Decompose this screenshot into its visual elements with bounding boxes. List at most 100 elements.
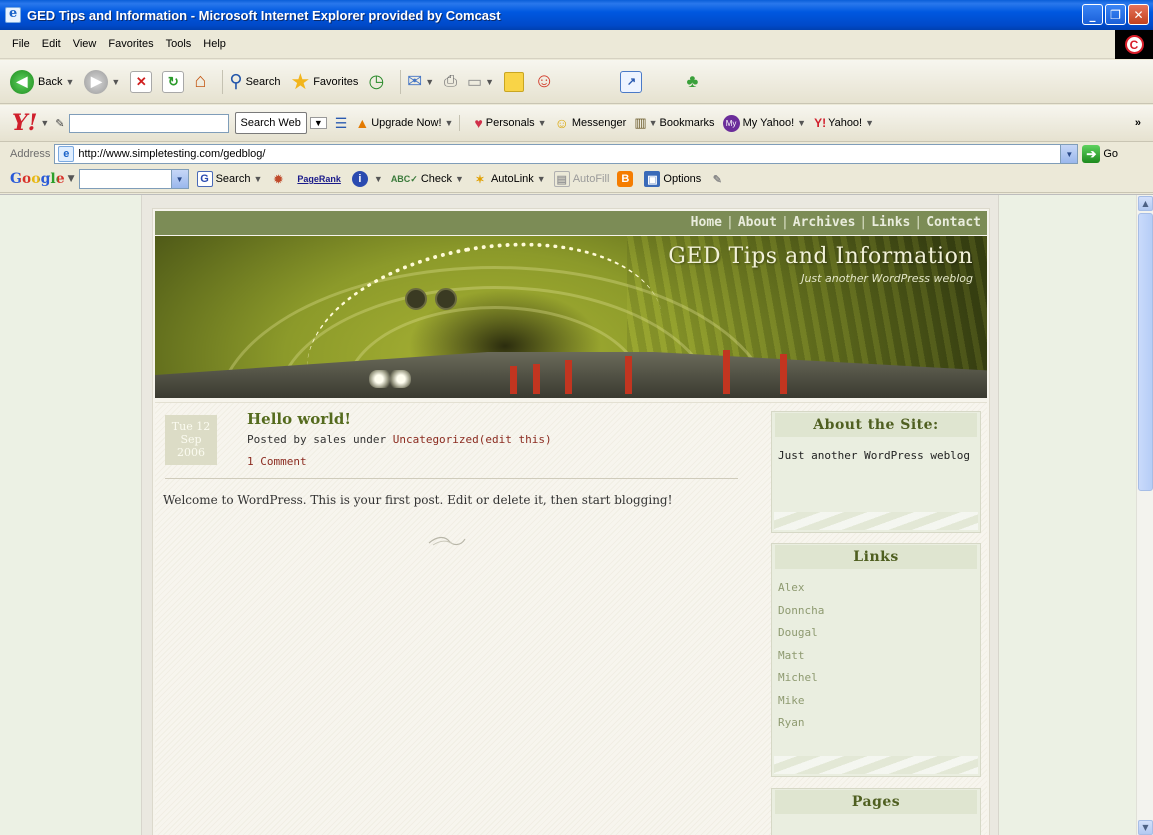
options-button[interactable]: ▣ Options — [644, 171, 701, 187]
smiley-icon: ☺ — [554, 115, 569, 131]
history-button[interactable]: ◷ — [368, 71, 384, 92]
window-icon: ↗ — [620, 70, 643, 93]
bookmarks-icon: ▥ — [634, 115, 647, 130]
pencil-icon[interactable]: ✎ — [55, 117, 64, 130]
link-mike[interactable]: Mike — [778, 690, 974, 713]
toolbar-overflow-button[interactable]: » — [1135, 117, 1141, 129]
google-search-label: Search — [215, 173, 251, 185]
personals-button[interactable]: ♥ Personals ▼ — [474, 115, 546, 131]
category-link[interactable]: Uncategorized — [393, 433, 479, 446]
pagerank-indicator[interactable]: PageRank — [297, 171, 344, 187]
minimize-button[interactable]: _ — [1082, 4, 1103, 25]
page-outer: Home | About | Archives | Links | Contact GED Ti… — [141, 195, 999, 835]
menu-favorites[interactable]: Favorites — [108, 38, 153, 50]
menu-view[interactable]: View — [73, 38, 97, 50]
spellcheck-button[interactable]: ABC✓ Check ▼ — [391, 171, 464, 187]
forward-button[interactable]: ▶ ▼ — [84, 69, 120, 94]
search-dropdown[interactable]: ▼ — [309, 117, 327, 129]
menu-help[interactable]: Help — [203, 38, 226, 50]
post-title[interactable]: Hello world! — [247, 410, 351, 428]
refresh-button[interactable]: ↻ — [162, 70, 185, 93]
back-label: Back — [38, 75, 63, 88]
notes-button[interactable] — [504, 71, 525, 92]
home-button[interactable]: ⌂ — [194, 70, 206, 93]
google-search-input[interactable]: ▼ — [78, 169, 189, 189]
star-icon: ★ — [290, 68, 311, 94]
address-url[interactable]: http://www.simpletesting.com/gedblog/ — [78, 148, 1060, 160]
vertical-scrollbar[interactable]: ▲ ▼ — [1136, 195, 1153, 835]
upgrade-now-button[interactable]: ▲ Upgrade Now! ▼ — [355, 115, 453, 131]
search-web-button[interactable]: Search Web — [234, 112, 307, 134]
google-toolbar: Google ▼ ▼ G Search ▼ ✹ PageRank i ▼ ABC… — [0, 166, 1153, 193]
messenger-button[interactable]: ☺ Messenger — [555, 115, 627, 131]
nav-links[interactable]: Links — [871, 215, 910, 230]
edit-post-link[interactable]: (edit this) — [479, 433, 552, 446]
nav-about[interactable]: About — [738, 215, 777, 230]
autolink-icon: ✶ — [475, 173, 485, 186]
google-search-dropdown[interactable]: ▼ — [170, 170, 188, 188]
note-icon — [504, 71, 525, 92]
menu-tools[interactable]: Tools — [166, 38, 192, 50]
address-field[interactable]: e http://www.simpletesting.com/gedblog/ … — [54, 144, 1079, 164]
yahoo-button[interactable]: Y! Yahoo! ▼ — [814, 116, 874, 130]
scroll-up-button[interactable]: ▲ — [1138, 196, 1153, 211]
link-donncha[interactable]: Donncha — [778, 600, 974, 623]
autolink-button[interactable]: ✶ AutoLink ▼ — [472, 171, 545, 187]
highlight-button[interactable]: ✎ — [709, 171, 728, 187]
dropdown-arrow-icon: ▼ — [444, 118, 454, 128]
page-icon: e — [58, 146, 75, 162]
info-button[interactable]: i ▼ — [351, 171, 383, 187]
yahoo-toolbar: Y! ▼ ✎ Search Web ▼ ☰ ▲ Upgrade Now! ▼ ♥… — [0, 105, 1153, 142]
go-button[interactable]: ➔ Go — [1082, 145, 1118, 163]
dropdown-arrow-icon: ▼ — [485, 76, 495, 87]
messenger-icon: ☺ — [534, 70, 555, 92]
messenger-toolbar-button[interactable]: ☺ — [534, 70, 554, 93]
blogger-button[interactable]: B — [617, 171, 636, 187]
window-button[interactable]: ↗ — [620, 70, 643, 93]
personals-label: Personals — [485, 117, 535, 129]
blogger-icon: B — [617, 171, 634, 187]
favorites-button[interactable]: ★ Favorites — [290, 69, 358, 95]
yahoo-logo-icon[interactable]: Y! — [12, 110, 37, 136]
post-meta: Posted by sales under Uncategorized(edit… — [247, 433, 552, 446]
link-matt[interactable]: Matt — [778, 645, 974, 668]
post-date-month: Sep — [180, 433, 202, 446]
link-dougal[interactable]: Dougal — [778, 622, 974, 645]
browser-viewport: Home | About | Archives | Links | Contact GED Ti… — [0, 194, 1153, 835]
dropdown-arrow-icon[interactable]: ▼ — [40, 118, 49, 128]
contacts-button[interactable]: ♣ — [686, 71, 698, 92]
bookmarks-button[interactable]: ▥ ▼ Bookmarks — [634, 115, 714, 131]
google-logo[interactable]: Google ▼ — [10, 171, 75, 187]
comments-link[interactable]: 1 Comment — [247, 455, 307, 468]
nav-archives[interactable]: Archives — [793, 215, 856, 230]
edit-button[interactable]: ▭ ▼ — [467, 72, 494, 92]
menu-file[interactable]: File — [12, 38, 30, 50]
list-icon[interactable]: ☰ — [335, 115, 348, 132]
scroll-down-button[interactable]: ▼ — [1138, 820, 1153, 835]
autofill-button[interactable]: ▤ AutoFill — [553, 171, 609, 187]
yahoo-search-input[interactable] — [68, 113, 229, 133]
popup-blocker-button[interactable]: ✹ — [270, 171, 289, 187]
scroll-thumb[interactable] — [1138, 213, 1153, 491]
nav-home[interactable]: Home — [691, 215, 722, 230]
link-ryan[interactable]: Ryan — [778, 712, 974, 735]
address-dropdown-button[interactable]: ▼ — [1060, 145, 1078, 163]
close-button[interactable]: ✕ — [1128, 4, 1149, 25]
maximize-button[interactable]: ❐ — [1105, 4, 1126, 25]
mail-button[interactable]: ✉ ▼ — [407, 71, 434, 92]
stop-button[interactable]: ✕ — [130, 70, 153, 93]
yahoo-small-icon: Y! — [814, 116, 827, 130]
search-button[interactable]: ⚲ Search — [229, 71, 280, 92]
toolbar-separator — [222, 69, 224, 94]
link-michel[interactable]: Michel — [778, 667, 974, 690]
toolbar-separator — [459, 115, 461, 131]
my-yahoo-button[interactable]: My My Yahoo! ▼ — [722, 114, 806, 132]
window-title: GED Tips and Information - Microsoft Int… — [27, 7, 501, 23]
print-button[interactable]: ⎙ — [444, 73, 457, 91]
blog-title[interactable]: GED Tips and Information — [668, 244, 973, 269]
google-search-button[interactable]: G Search ▼ — [196, 171, 262, 187]
link-alex[interactable]: Alex — [778, 577, 974, 600]
back-button[interactable]: ◀ Back ▼ — [10, 69, 74, 94]
menu-edit[interactable]: Edit — [42, 38, 61, 50]
nav-contact[interactable]: Contact — [926, 215, 981, 230]
